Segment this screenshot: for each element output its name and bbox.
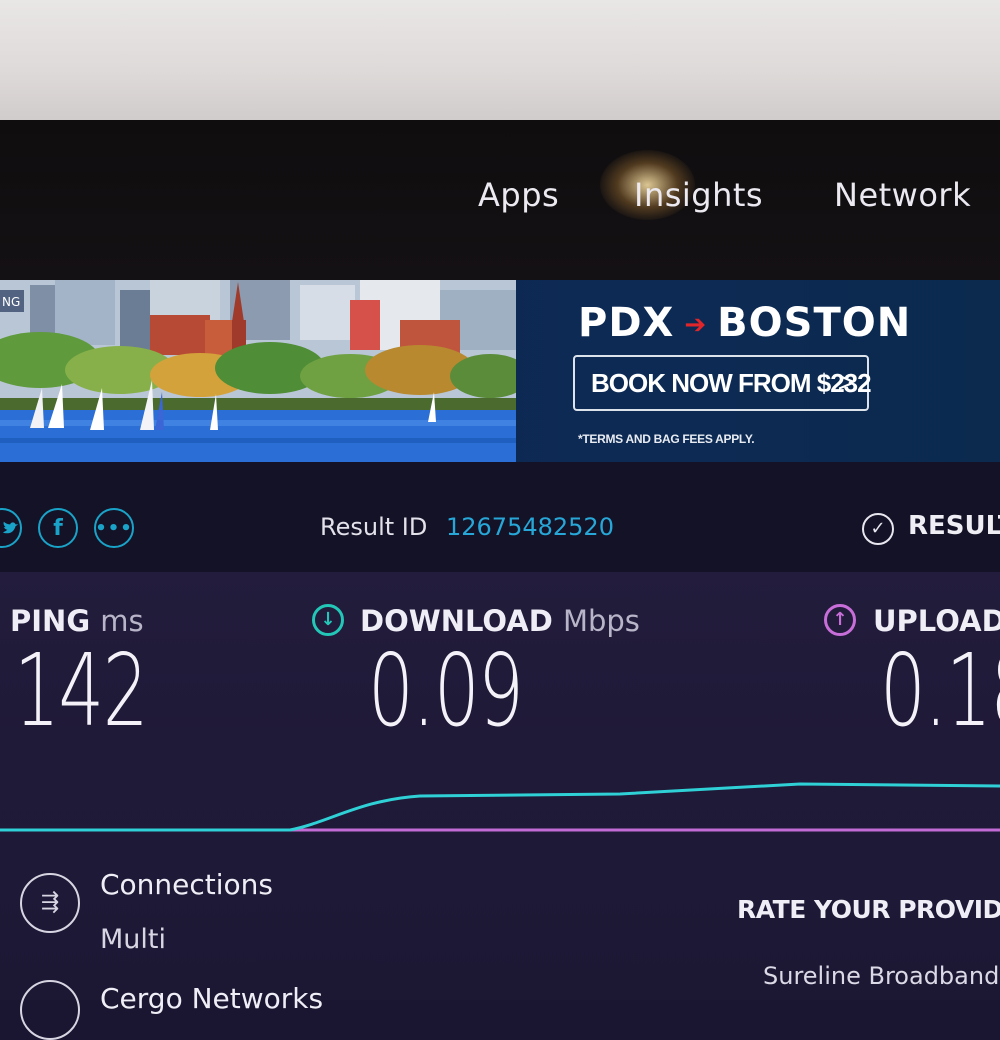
server-name[interactable]: Cergo Networks [100,982,323,1015]
more-icon[interactable]: ••• [94,508,134,548]
upload-arrow-icon: ↑ [824,604,856,636]
ad-origin: PDX [578,300,675,346]
nav-insights[interactable]: Insights [634,176,763,214]
download-unit: Mbps [562,604,640,638]
arrow-right-icon: ➔ [684,310,708,340]
result-id-label: Result ID [320,513,428,541]
results-link[interactable]: RESULT [908,511,1000,541]
connections-title: Connections [100,868,274,901]
chevron-right-icon: > [837,366,855,399]
result-id-link[interactable]: 12675482520 [446,513,614,541]
ad-city-photo: NG [0,280,516,462]
rate-provider-title: RATE YOUR PROVIDER [737,895,1000,924]
check-circle-icon[interactable]: ✓ [862,513,894,545]
connections-value[interactable]: Multi [100,924,166,955]
connections-icon: ⇶ [20,873,80,933]
ad-destination: BOSTON [717,300,912,346]
speed-graph [0,782,1000,832]
facebook-icon[interactable]: f [38,508,78,548]
isp-name: Sureline Broadband [763,962,1000,990]
server-globe-icon [20,980,80,1040]
ping-value: 142 [14,632,149,749]
download-arrow-icon: ↓ [312,604,344,636]
ad-terms: *TERMS AND BAG FEES APPLY. [578,432,755,446]
book-now-button[interactable]: BOOK NOW FROM $232 > [573,355,872,411]
download-value: 0.09 [368,632,524,749]
nav-apps[interactable]: Apps [478,176,559,214]
download-graph-line [0,782,1000,832]
ad-route: PDX ➔ BOSTON [578,300,911,346]
nav-network[interactable]: Network [834,176,971,214]
upload-value: 0.18 [880,632,1000,749]
book-now-label: BOOK NOW FROM $232 [591,368,872,398]
monitor-bezel [0,0,1000,128]
ad-photo-corner-text: NG [2,295,20,309]
